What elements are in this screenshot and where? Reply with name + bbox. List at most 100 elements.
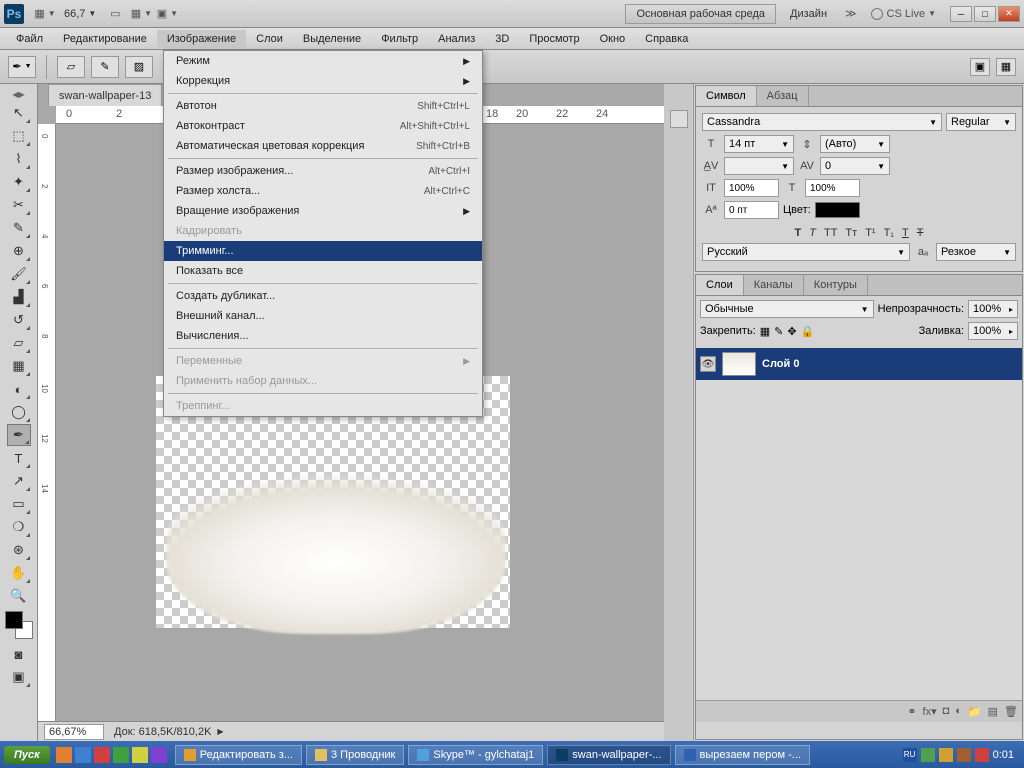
layer-name[interactable]: Слой 0 bbox=[762, 358, 799, 370]
collapsed-panel-icon[interactable] bbox=[670, 110, 688, 128]
lock-all-icon[interactable]: 🔒 bbox=[801, 325, 815, 338]
lock-trans-icon[interactable]: ▦ bbox=[760, 325, 770, 338]
superscript-icon[interactable]: T¹ bbox=[865, 227, 875, 239]
mask-icon[interactable]: ◘ bbox=[943, 705, 950, 718]
layer-row[interactable]: 👁 Слой 0 bbox=[696, 348, 1022, 380]
menu-item-размер-изображения---[interactable]: Размер изображения...Alt+Ctrl+I bbox=[164, 161, 482, 181]
pen-tool-icon[interactable]: ✒ bbox=[7, 424, 31, 446]
workspace-more-icon[interactable]: ≫ bbox=[839, 7, 863, 20]
menu-file[interactable]: Файл bbox=[6, 30, 53, 48]
tab-character[interactable]: Символ bbox=[696, 86, 757, 106]
maximize-icon[interactable]: □ bbox=[974, 6, 996, 22]
taskbar-item[interactable]: вырезаем пером -... bbox=[675, 745, 810, 765]
menu-item-автоконтраст[interactable]: АвтоконтрастAlt+Shift+Ctrl+L bbox=[164, 116, 482, 136]
heal-tool-icon[interactable]: ⊕ bbox=[7, 240, 31, 262]
tray-icon[interactable] bbox=[921, 748, 935, 762]
start-button[interactable]: Пуск bbox=[4, 746, 50, 764]
view-extras-icon[interactable]: ▭ bbox=[106, 5, 124, 23]
wand-tool-icon[interactable]: ✦ bbox=[7, 171, 31, 193]
visibility-icon[interactable]: 👁 bbox=[700, 356, 716, 372]
path-select-tool-icon[interactable]: ↗ bbox=[7, 470, 31, 492]
new-layer-icon[interactable]: ▤ bbox=[988, 705, 998, 718]
3d-camera-tool-icon[interactable]: ⊛ bbox=[7, 539, 31, 561]
menu-item-режим[interactable]: Режим▶ bbox=[164, 51, 482, 71]
text-color-swatch[interactable] bbox=[815, 202, 860, 218]
blend-mode-select[interactable]: Обычные▼ bbox=[700, 300, 874, 318]
type-tool-icon[interactable]: T bbox=[7, 447, 31, 469]
pen-mode-shape-icon[interactable]: ▱ bbox=[57, 56, 85, 78]
layer-thumbnail[interactable] bbox=[722, 352, 756, 376]
ql-icon[interactable] bbox=[94, 747, 110, 763]
3d-tool-icon[interactable]: ❍ bbox=[7, 516, 31, 538]
crop-tool-icon[interactable]: ✂ bbox=[7, 194, 31, 216]
taskbar-item[interactable]: Skype™ - gylchataj1 bbox=[408, 745, 543, 765]
lasso-tool-icon[interactable]: ⌇ bbox=[7, 148, 31, 170]
tab-layers[interactable]: Слои bbox=[696, 275, 744, 295]
opacity-input[interactable]: 100%▸ bbox=[968, 300, 1018, 318]
hscale-input[interactable] bbox=[805, 179, 860, 197]
menu-item-размер-холста---[interactable]: Размер холста...Alt+Ctrl+C bbox=[164, 181, 482, 201]
tab-channels[interactable]: Каналы bbox=[744, 275, 804, 295]
ql-icon[interactable] bbox=[56, 747, 72, 763]
menu-filter[interactable]: Фильтр bbox=[371, 30, 428, 48]
language-select[interactable]: Русский▼ bbox=[702, 243, 910, 261]
workspace-main-button[interactable]: Основная рабочая среда bbox=[625, 4, 776, 24]
menu-item-тримминг---[interactable]: Тримминг... bbox=[164, 241, 482, 261]
ql-icon[interactable] bbox=[151, 747, 167, 763]
tray-clock[interactable]: 0:01 bbox=[993, 749, 1014, 761]
pen-mode-path-icon[interactable]: ✎ bbox=[91, 56, 119, 78]
baseline-input[interactable] bbox=[724, 201, 779, 219]
arrange-docs-icon[interactable]: ▦▼ bbox=[132, 5, 150, 23]
menu-item-внешний-канал---[interactable]: Внешний канал... bbox=[164, 306, 482, 326]
bold-icon[interactable]: T bbox=[795, 227, 802, 239]
tab-paths[interactable]: Контуры bbox=[804, 275, 868, 295]
minimize-icon[interactable]: ─ bbox=[950, 6, 972, 22]
tray-icon[interactable] bbox=[957, 748, 971, 762]
taskbar-item[interactable]: Редактировать з... bbox=[175, 745, 302, 765]
color-swatch[interactable] bbox=[5, 611, 33, 639]
tray-lang-icon[interactable]: RU bbox=[903, 748, 917, 762]
options-mask2-icon[interactable]: ▦ bbox=[996, 58, 1016, 76]
dodge-tool-icon[interactable]: ◯ bbox=[7, 401, 31, 423]
menu-item-показать-все[interactable]: Показать все bbox=[164, 261, 482, 281]
lock-pixels-icon[interactable]: ✎ bbox=[774, 325, 783, 338]
shape-tool-icon[interactable]: ▭ bbox=[7, 493, 31, 515]
tray-icon[interactable] bbox=[975, 748, 989, 762]
screen-mode-icon[interactable]: ▣▼ bbox=[158, 5, 176, 23]
blur-tool-icon[interactable]: ◐ bbox=[7, 378, 31, 400]
menu-window[interactable]: Окно bbox=[590, 30, 636, 48]
tool-preset-icon[interactable]: ✒▼ bbox=[8, 56, 36, 78]
antialias-select[interactable]: Резкое▼ bbox=[936, 243, 1016, 261]
subscript-icon[interactable]: T₁ bbox=[884, 227, 894, 239]
close-icon[interactable]: ✕ bbox=[998, 6, 1020, 22]
group-icon[interactable]: 📁 bbox=[968, 705, 982, 718]
marquee-tool-icon[interactable]: ⬚ bbox=[7, 125, 31, 147]
menu-layers[interactable]: Слои bbox=[246, 30, 293, 48]
taskbar-item[interactable]: swan-wallpaper-... bbox=[547, 745, 670, 765]
lock-pos-icon[interactable]: ✥ bbox=[787, 325, 796, 338]
vscale-input[interactable] bbox=[724, 179, 779, 197]
underline-icon[interactable]: T bbox=[902, 227, 909, 239]
gradient-tool-icon[interactable]: ▦ bbox=[7, 355, 31, 377]
document-tab[interactable]: swan-wallpaper-13 bbox=[48, 84, 162, 106]
ql-icon[interactable] bbox=[113, 747, 129, 763]
menu-analysis[interactable]: Анализ bbox=[428, 30, 485, 48]
font-size-select[interactable]: 14 пт▼ bbox=[724, 135, 794, 153]
cslive-button[interactable]: CS Live▼ bbox=[871, 8, 936, 20]
fill-input[interactable]: 100%▸ bbox=[968, 322, 1018, 340]
screenmode-tool-icon[interactable]: ▣ bbox=[7, 666, 31, 688]
menu-select[interactable]: Выделение bbox=[293, 30, 371, 48]
strike-icon[interactable]: T bbox=[917, 227, 924, 239]
menu-item-вычисления---[interactable]: Вычисления... bbox=[164, 326, 482, 346]
menu-help[interactable]: Справка bbox=[635, 30, 698, 48]
zoom-level-display[interactable]: 66,7▼ bbox=[58, 8, 102, 20]
adjustment-icon[interactable]: ◐ bbox=[955, 705, 962, 718]
zoom-tool-icon[interactable]: 🔍 bbox=[7, 585, 31, 607]
italic-icon[interactable]: T bbox=[809, 227, 816, 239]
menu-image[interactable]: Изображение bbox=[157, 30, 246, 48]
history-brush-tool-icon[interactable]: ↺ bbox=[7, 309, 31, 331]
menu-item-автоматическая-цветовая-коррекция[interactable]: Автоматическая цветовая коррекцияShift+C… bbox=[164, 136, 482, 156]
options-mask-icon[interactable]: ▣ bbox=[970, 58, 990, 76]
pen-mode-fill-icon[interactable]: ▨ bbox=[125, 56, 153, 78]
bridge-icon[interactable]: ▦▼ bbox=[36, 5, 54, 23]
